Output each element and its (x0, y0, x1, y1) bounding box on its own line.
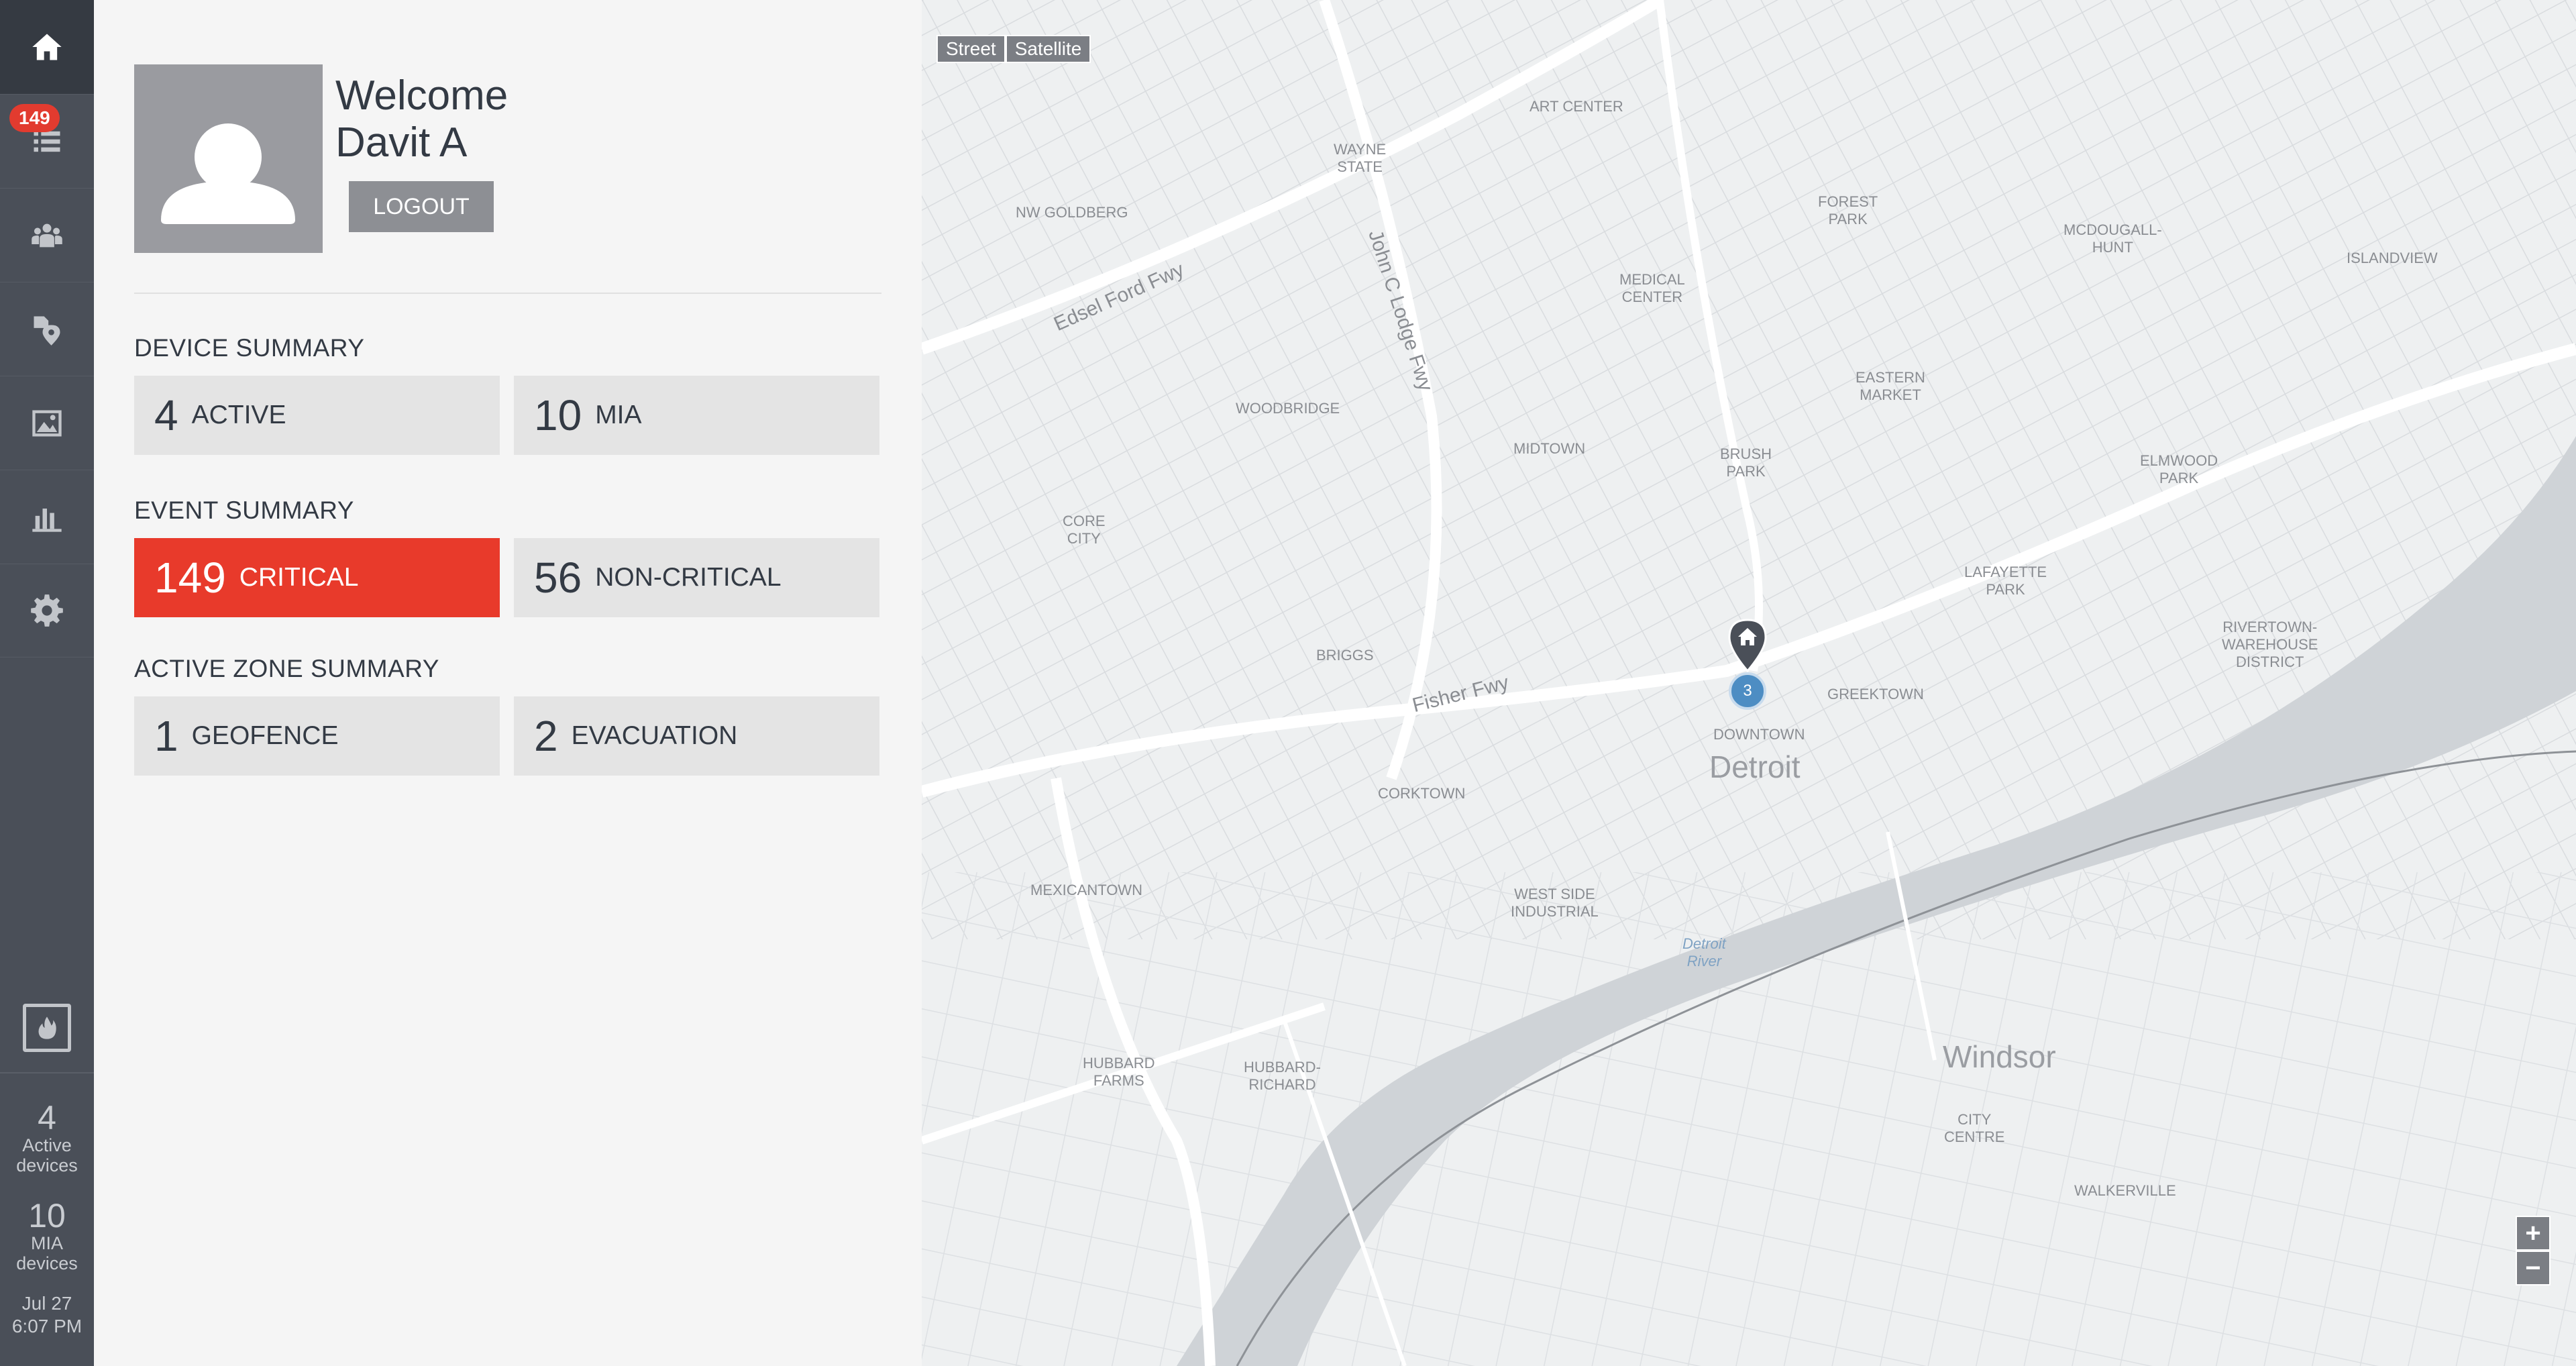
reports-button[interactable] (0, 470, 94, 564)
mia-label: MIA (595, 401, 642, 429)
current-time: 6:07 PM (11, 1316, 83, 1336)
zoom-out-button[interactable]: − (2516, 1251, 2551, 1285)
zoom-controls: + − (2516, 1216, 2551, 1285)
non-critical-label: NON-CRITICAL (595, 563, 782, 592)
label-windsor: Windsor (1943, 1039, 2056, 1074)
mia-devices-count: 10 (28, 1197, 66, 1234)
device-cluster-marker[interactable]: 3 (1729, 672, 1766, 710)
label-medical-center: MEDICAL CENTER (1619, 271, 1685, 305)
home-button[interactable] (0, 0, 94, 94)
critical-events-tile[interactable]: 149 CRITICAL (134, 538, 500, 617)
image-icon (32, 410, 62, 436)
active-label: ACTIVE (191, 401, 286, 429)
avatar (134, 64, 323, 253)
label-mexicantown: MEXICANTOWN (1030, 882, 1143, 898)
label-islandview: ISLANDVIEW (2347, 250, 2438, 266)
home-location-pin-icon[interactable] (1727, 619, 1768, 672)
label-west-side-industrial: WEST SIDE INDUSTRIAL (1511, 886, 1599, 920)
bar-chart-icon (32, 508, 62, 532)
evacuation-tile[interactable]: 2 EVACUATION (514, 696, 879, 776)
mia-devices-label: MIA devices (16, 1233, 78, 1273)
map-type-toggle: Street Satellite (936, 35, 1091, 63)
geofence-tile[interactable]: 1 GEOFENCE (134, 696, 500, 776)
media-button[interactable] (0, 376, 94, 470)
label-elmwood-park: ELMWOOD PARK (2140, 452, 2218, 486)
gear-icon (31, 594, 63, 627)
panel-divider (134, 293, 881, 294)
zones-button[interactable] (0, 282, 94, 376)
location-tags-icon (34, 316, 60, 346)
current-date: Jul 27 (21, 1293, 72, 1314)
label-brush-park: BRUSH PARK (1720, 445, 1772, 480)
mia-count: 10 (534, 391, 582, 439)
mia-devices-tile[interactable]: 10 MIA (514, 376, 879, 455)
sidebar-nav: 149 4 Active devices 10 MIA devices Jul … (0, 0, 94, 1366)
label-woodbridge: WOODBRIDGE (1236, 400, 1340, 417)
home-icon (32, 34, 62, 60)
fire-alarm-button[interactable] (23, 1004, 71, 1052)
label-corktown: CORKTOWN (1378, 785, 1466, 802)
evacuation-label: EVACUATION (571, 721, 738, 750)
welcome-message: Welcome Davit A (335, 72, 508, 166)
label-forest-park: FOREST PARK (1818, 193, 1878, 227)
label-detroit: Detroit (1709, 749, 1801, 784)
summary-panel: Welcome Davit A LOGOUT DEVICE SUMMARY 4 … (94, 0, 922, 1366)
label-nw-goldberg: NW GOLDBERG (1016, 204, 1128, 221)
group-icon (32, 223, 62, 247)
label-lafayette-park: LAFAYETTE PARK (1964, 564, 2047, 598)
user-name: Davit A (335, 119, 468, 166)
logout-button[interactable]: LOGOUT (349, 181, 494, 232)
non-critical-count: 56 (534, 554, 582, 602)
active-devices-label: Active devices (16, 1135, 78, 1175)
active-devices-stat: 4 Active devices (0, 1100, 94, 1175)
current-datetime: Jul 27 6:07 PM (0, 1292, 94, 1338)
events-list-button[interactable]: 149 (0, 94, 94, 188)
label-detroit-river: Detroit River (1682, 935, 1726, 969)
label-greektown: GREEKTOWN (1827, 686, 1924, 702)
street-view-button[interactable]: Street (936, 35, 1006, 63)
label-hubbard-farms: HUBBARD FARMS (1083, 1055, 1155, 1089)
geofence-count: 1 (154, 712, 178, 760)
label-wayne-state: WAYNE STATE (1334, 141, 1387, 175)
label-rivertown: RIVERTOWN- WAREHOUSE DISTRICT (2222, 619, 2318, 670)
label-eastern-market: EASTERN MARKET (1856, 369, 1925, 403)
zone-summary-title: ACTIVE ZONE SUMMARY (134, 655, 439, 682)
critical-count: 149 (154, 554, 226, 602)
label-hubbard-richard: HUBBARD- RICHARD (1244, 1059, 1321, 1093)
critical-label: CRITICAL (239, 563, 359, 592)
welcome-greeting: Welcome (335, 72, 508, 119)
label-art-center: ART CENTER (1529, 98, 1623, 115)
label-walkerville: WALKERVILLE (2074, 1182, 2176, 1199)
active-count: 4 (154, 391, 178, 439)
label-mcdougall-hunt: MCDOUGALL- HUNT (2063, 221, 2162, 256)
label-midtown: MIDTOWN (1513, 440, 1586, 457)
user-placeholder-icon (161, 123, 295, 224)
geofence-label: GEOFENCE (191, 721, 339, 750)
device-summary-title: DEVICE SUMMARY (134, 334, 365, 362)
sidebar-divider (0, 1072, 94, 1073)
label-briggs: BRIGGS (1316, 647, 1374, 664)
active-devices-count: 4 (38, 1099, 56, 1137)
events-count-badge: 149 (9, 104, 60, 132)
label-core-city: CORE CITY (1063, 513, 1106, 547)
label-city-centre: CITY CENTRE (1944, 1111, 2005, 1145)
users-button[interactable] (0, 188, 94, 282)
satellite-view-button[interactable]: Satellite (1005, 35, 1091, 63)
event-summary-title: EVENT SUMMARY (134, 496, 354, 524)
fire-icon (38, 1016, 56, 1039)
active-devices-tile[interactable]: 4 ACTIVE (134, 376, 500, 455)
non-critical-events-tile[interactable]: 56 NON-CRITICAL (514, 538, 879, 617)
label-downtown: DOWNTOWN (1713, 726, 1805, 743)
mia-devices-stat: 10 MIA devices (0, 1198, 94, 1273)
settings-button[interactable] (0, 564, 94, 658)
evacuation-count: 2 (534, 712, 558, 760)
map-view[interactable]: Street Satellite Detroit Windsor DOWNTOW… (922, 0, 2576, 1366)
zoom-in-button[interactable]: + (2516, 1216, 2551, 1251)
